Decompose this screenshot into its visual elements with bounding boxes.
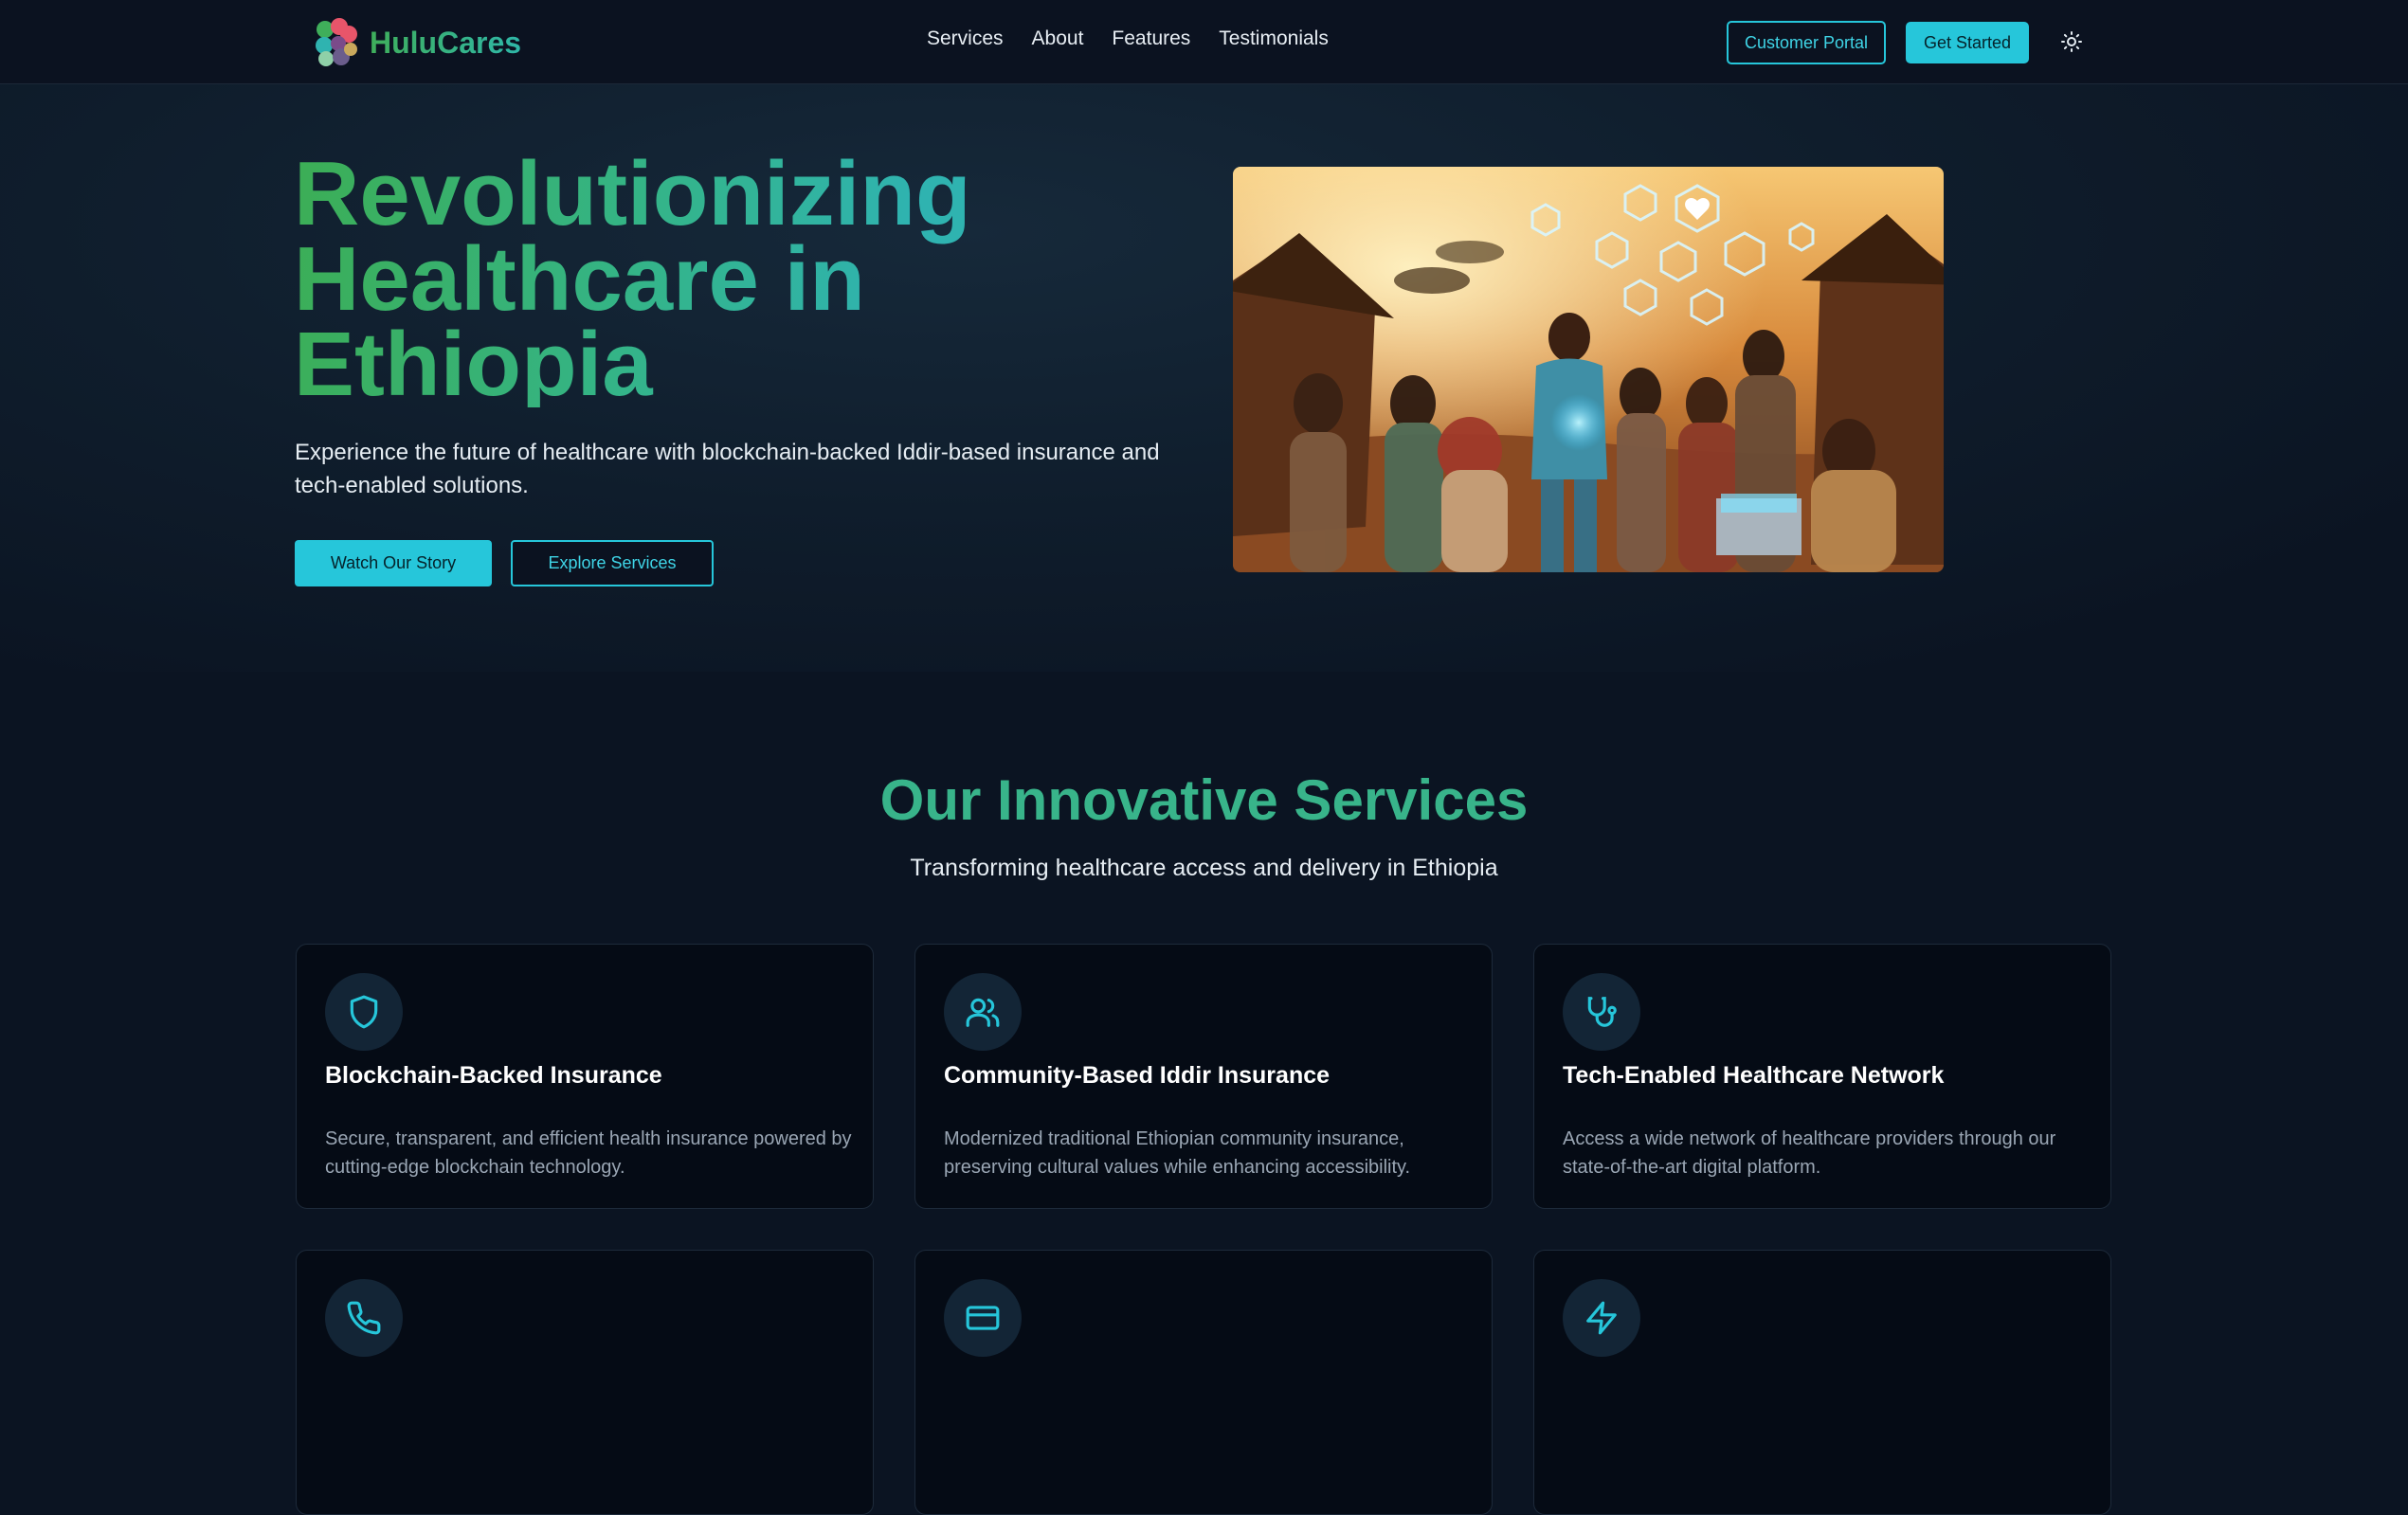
nav-about[interactable]: About — [1032, 27, 1084, 50]
sun-icon[interactable] — [2060, 30, 2083, 53]
nav-testimonials[interactable]: Testimonials — [1219, 27, 1329, 50]
zap-icon — [1563, 1279, 1640, 1357]
service-card[interactable]: Blockchain-Backed Insurance Secure, tran… — [296, 944, 874, 1209]
customer-portal-button[interactable]: Customer Portal — [1727, 21, 1886, 64]
card-title: Tech-Enabled Healthcare Network — [1563, 1062, 1945, 1089]
service-card[interactable]: Tech-Enabled Healthcare Network Access a… — [1533, 944, 2111, 1209]
service-card[interactable] — [1533, 1250, 2111, 1515]
explore-services-button[interactable]: Explore Services — [511, 540, 714, 586]
brand-logo[interactable]: HuluCares — [311, 17, 521, 68]
watch-story-button[interactable]: Watch Our Story — [295, 540, 492, 586]
get-started-button[interactable]: Get Started — [1906, 22, 2029, 63]
site-header: HuluCares Services About Features Testim… — [0, 0, 2408, 84]
card-description: Secure, transparent, and efficient healt… — [325, 1128, 852, 1178]
card-description: Access a wide network of healthcare prov… — [1563, 1128, 2056, 1178]
hero-image — [1233, 167, 1944, 572]
logo-icon — [316, 18, 357, 66]
stethoscope-icon — [1563, 973, 1640, 1051]
services-subtitle: Transforming healthcare access and deliv… — [910, 855, 1498, 881]
card-title: Blockchain-Backed Insurance — [325, 1062, 662, 1089]
shield-icon — [325, 973, 403, 1051]
service-card[interactable]: Community-Based Iddir Insurance Moderniz… — [914, 944, 1493, 1209]
credit-card-icon — [944, 1279, 1022, 1357]
nav-services[interactable]: Services — [927, 27, 1004, 50]
phone-icon — [325, 1279, 403, 1357]
card-title: Community-Based Iddir Insurance — [944, 1062, 1331, 1089]
card-description: Modernized traditional Ethiopian communi… — [944, 1128, 1411, 1178]
brand-name: HuluCares — [370, 25, 522, 60]
nav-features[interactable]: Features — [1112, 27, 1190, 50]
service-card[interactable] — [914, 1250, 1493, 1515]
services-title: Our Innovative Services — [879, 768, 1529, 832]
users-icon — [944, 973, 1022, 1051]
hero-subtitle: Experience the future of healthcare with… — [295, 440, 1160, 498]
service-card[interactable] — [296, 1250, 874, 1515]
main-nav: Services About Features Testimonials — [927, 27, 1329, 50]
hero-title: Revolutionizing Healthcare in Ethiopia — [294, 149, 1147, 410]
